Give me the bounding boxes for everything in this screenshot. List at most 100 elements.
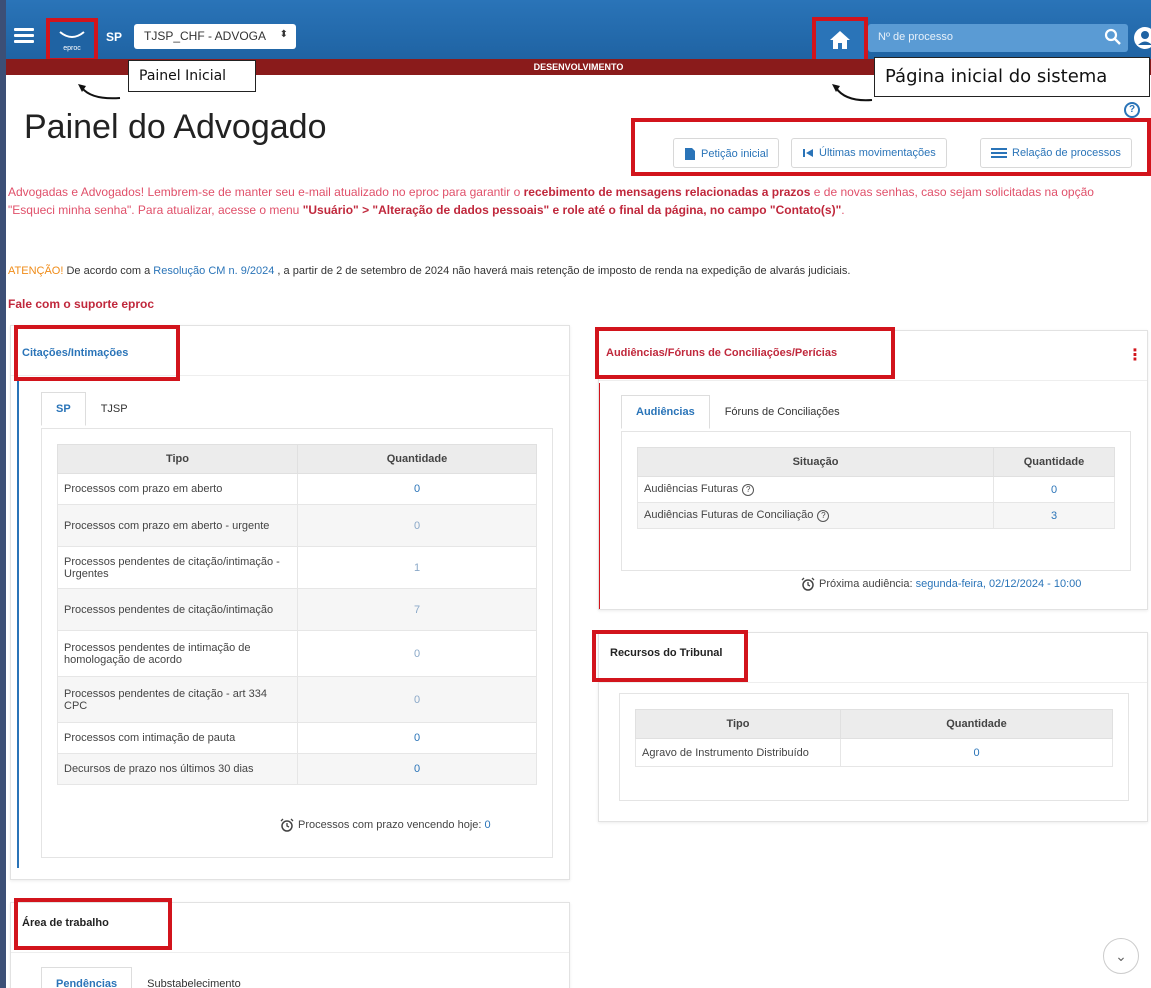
top-navbar: eproc SP TJSP_CHF - ADVOGA ⬍ Nº de proce… bbox=[6, 0, 1151, 63]
row-quantidade-link[interactable]: 0 bbox=[993, 476, 1115, 503]
row-quantidade: 0 bbox=[297, 504, 537, 547]
ultimas-movimentacoes-button[interactable]: Últimas movimentações bbox=[791, 138, 947, 168]
notice-part3: . bbox=[841, 203, 845, 217]
audiencias-tabs: Audiências Fóruns de Conciliações bbox=[621, 395, 855, 429]
tab-pendencias[interactable]: Pendências bbox=[41, 967, 133, 988]
question-icon[interactable]: ? bbox=[817, 509, 830, 522]
more-options-icon[interactable]: ⋮ bbox=[1127, 345, 1143, 365]
hamburger-menu-icon[interactable] bbox=[14, 28, 34, 44]
alarm-clock-icon bbox=[280, 818, 294, 832]
row-situacao: Audiências Futuras de Conciliação? bbox=[637, 502, 994, 529]
prazo-hoje-note: Processos com prazo vencendo hoje: 0 bbox=[280, 818, 491, 832]
row-quantidade: 1 bbox=[297, 546, 537, 589]
list-icon bbox=[991, 148, 1007, 159]
peticao-inicial-button[interactable]: Petição inicial bbox=[673, 138, 780, 168]
tab-foruns[interactable]: Fóruns de Conciliações bbox=[710, 395, 855, 429]
citacoes-tabs: SP TJSP bbox=[41, 392, 143, 426]
accent-rule bbox=[599, 383, 600, 609]
tab-sp[interactable]: SP bbox=[41, 392, 86, 426]
row-quantidade-link[interactable]: 0 bbox=[297, 473, 537, 505]
row-tipo: Agravo de Instrumento Distribuído bbox=[635, 738, 841, 767]
relacao-label: Relação de processos bbox=[1012, 147, 1121, 159]
table-row: Processos pendentes de citação - art 334… bbox=[57, 676, 537, 723]
search-icon[interactable] bbox=[1104, 28, 1122, 46]
row-quantidade-link[interactable]: 3 bbox=[993, 502, 1115, 529]
search-placeholder: Nº de processo bbox=[878, 31, 953, 43]
callout-arrow-icon bbox=[832, 84, 873, 102]
proxima-audiencia-link[interactable]: segunda-feira, 02/12/2024 - 10:00 bbox=[916, 578, 1082, 590]
quick-actions-highlight: Petição inicial Últimas movimentações Re… bbox=[631, 118, 1151, 176]
state-label: SP bbox=[106, 30, 123, 44]
audiencias-table: Situação Quantidade Audiências Futuras? … bbox=[637, 447, 1115, 529]
relacao-processos-button[interactable]: Relação de processos bbox=[980, 138, 1132, 168]
table-row: Processos pendentes de citação/intimação… bbox=[57, 546, 537, 589]
movimentacoes-label: Últimas movimentações bbox=[819, 147, 936, 159]
select-caret-icon: ⬍ bbox=[279, 29, 288, 40]
callout-pagina-inicial: Página inicial do sistema bbox=[874, 57, 1150, 97]
table-header-row: Tipo Quantidade bbox=[635, 709, 1113, 739]
question-icon[interactable]: ? bbox=[742, 483, 755, 496]
table-row: Processos com prazo em aberto - urgente … bbox=[57, 504, 537, 547]
table-row: Processos pendentes de intimação de homo… bbox=[57, 630, 537, 677]
audiencias-title[interactable]: Audiências/Fóruns de Conciliações/Períci… bbox=[606, 347, 837, 359]
column-header: Quantidade bbox=[840, 709, 1113, 739]
logo-text: eproc bbox=[63, 45, 81, 52]
tab-tjsp[interactable]: TJSP bbox=[86, 392, 143, 426]
area-title[interactable]: Área de trabalho bbox=[22, 917, 109, 929]
help-icon[interactable]: ? bbox=[1124, 102, 1140, 118]
recursos-table: Tipo Quantidade Agravo de Instrumento Di… bbox=[635, 709, 1113, 767]
audiencias-tab-body: Situação Quantidade Audiências Futuras? … bbox=[621, 431, 1131, 571]
column-header: Quantidade bbox=[297, 444, 537, 474]
row-quantidade: 0 bbox=[297, 676, 537, 723]
table-row: Audiências Futuras? 0 bbox=[637, 476, 1115, 503]
row-tipo: Processos com prazo em aberto bbox=[57, 473, 298, 505]
row-quantidade-link[interactable]: 0 bbox=[297, 753, 537, 785]
row-quantidade-link[interactable]: 0 bbox=[297, 722, 537, 754]
recursos-body: Tipo Quantidade Agravo de Instrumento Di… bbox=[619, 693, 1129, 801]
citacoes-panel: SP TJSP Tipo Quantidade Processos com pr… bbox=[10, 325, 570, 880]
email-notice: Advogadas e Advogados! Lembrem-se de man… bbox=[8, 183, 1138, 219]
scroll-down-button[interactable]: ⌄ bbox=[1103, 938, 1139, 974]
peticao-label: Petição inicial bbox=[701, 147, 769, 160]
row-quantidade: 0 bbox=[297, 630, 537, 677]
org-select-value: TJSP_CHF - ADVOGA bbox=[144, 29, 267, 43]
column-header: Tipo bbox=[635, 709, 841, 739]
notice-bold2: "Usuário" > "Alteração de dados pessoais… bbox=[302, 203, 842, 217]
recursos-title[interactable]: Recursos do Tribunal bbox=[610, 647, 722, 659]
column-header: Quantidade bbox=[993, 447, 1115, 477]
user-account-icon[interactable] bbox=[1133, 24, 1151, 52]
prazo-hoje-count-link[interactable]: 0 bbox=[485, 819, 491, 831]
notice-part1: Advogadas e Advogados! Lembrem-se de man… bbox=[8, 185, 524, 199]
eproc-logo-icon: eproc bbox=[59, 31, 85, 52]
tab-audiencias[interactable]: Audiências bbox=[621, 395, 710, 429]
row-quantidade-link[interactable]: 0 bbox=[840, 738, 1113, 767]
resolucao-link[interactable]: Resolução CM n. 9/2024 bbox=[153, 265, 274, 277]
document-icon bbox=[685, 148, 695, 160]
row-quantidade: 7 bbox=[297, 588, 537, 631]
process-search-input[interactable]: Nº de processo bbox=[868, 24, 1128, 52]
page-title: Painel do Advogado bbox=[24, 108, 327, 146]
skip-back-icon bbox=[803, 149, 813, 158]
table-row: Agravo de Instrumento Distribuído 0 bbox=[635, 738, 1113, 767]
org-profile-select[interactable]: TJSP_CHF - ADVOGA ⬍ bbox=[134, 24, 296, 49]
accent-rule bbox=[17, 378, 19, 868]
situacao-label: Audiências Futuras bbox=[644, 483, 739, 496]
table-row: Processos pendentes de citação/intimação… bbox=[57, 588, 537, 631]
row-tipo: Processos pendentes de intimação de homo… bbox=[57, 630, 298, 677]
citacoes-tab-body: Tipo Quantidade Processos com prazo em a… bbox=[41, 428, 553, 858]
table-header-row: Situação Quantidade bbox=[637, 447, 1115, 477]
citacoes-title[interactable]: Citações/Intimações bbox=[22, 347, 128, 359]
alarm-clock-icon bbox=[801, 577, 815, 591]
tab-substabelecimento[interactable]: Substabelecimento bbox=[132, 967, 256, 988]
row-tipo: Processos com prazo em aberto - urgente bbox=[57, 504, 298, 547]
suporte-link[interactable]: Fale com o suporte eproc bbox=[8, 297, 154, 311]
area-tabs: Pendências Substabelecimento bbox=[41, 967, 256, 988]
left-frame-border bbox=[0, 0, 6, 988]
row-tipo: Processos pendentes de citação - art 334… bbox=[57, 676, 298, 723]
table-row: Audiências Futuras de Conciliação? 3 bbox=[637, 502, 1115, 529]
callout-arrow-icon bbox=[78, 84, 121, 100]
eproc-logo-highlight[interactable]: eproc bbox=[46, 18, 98, 62]
atencao-label: ATENÇÃO! bbox=[8, 265, 64, 277]
home-button[interactable] bbox=[812, 17, 868, 63]
row-tipo: Processos com intimação de pauta bbox=[57, 722, 298, 754]
